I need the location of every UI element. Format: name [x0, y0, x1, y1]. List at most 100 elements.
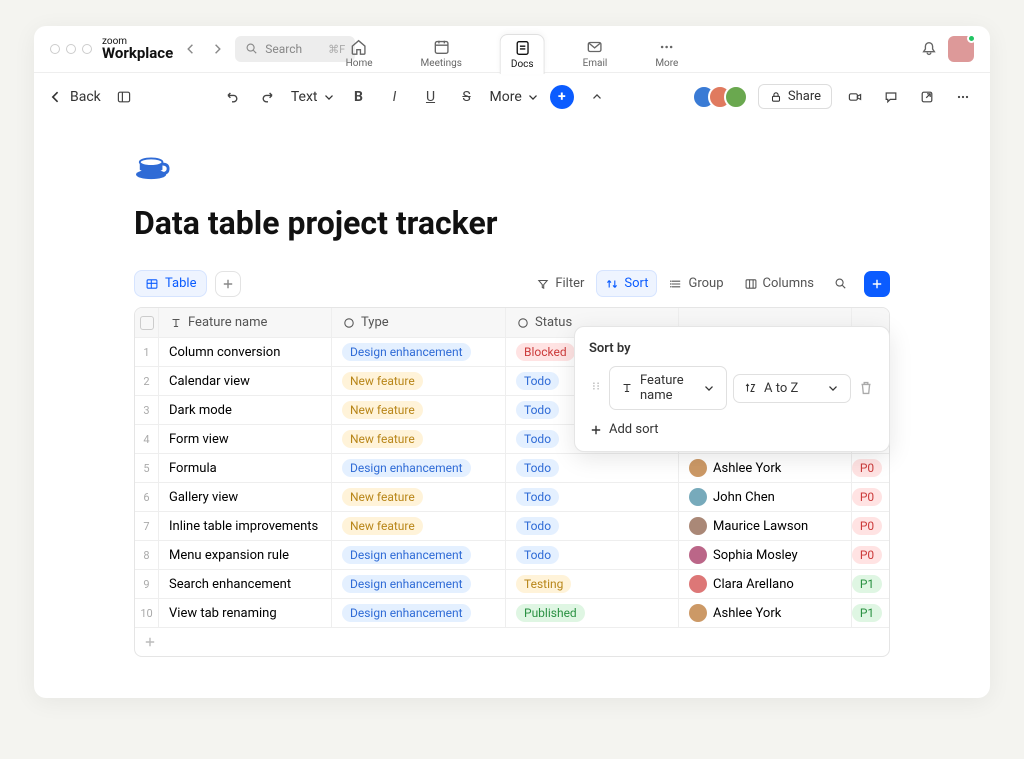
cell-feature-name[interactable]: Column conversion	[159, 338, 332, 366]
table-row[interactable]: 7Inline table improvementsNew featureTod…	[135, 511, 889, 540]
app-tab-more[interactable]: More	[645, 34, 688, 73]
video-button[interactable]	[842, 84, 868, 110]
cell-owner[interactable]: Ashlee York	[679, 599, 852, 627]
remove-sort-button[interactable]	[857, 379, 875, 397]
cell-type[interactable]: New feature	[332, 483, 506, 511]
cell-priority[interactable]: P0	[852, 454, 882, 482]
cell-status[interactable]: Testing	[506, 570, 679, 598]
title-bar: zoom Workplace Search ⌘F HomeMeetingsDoc…	[34, 26, 990, 72]
filter-button[interactable]: Filter	[528, 271, 592, 296]
sort-direction-select[interactable]: A to Z	[733, 374, 851, 403]
cell-priority[interactable]: P0	[852, 512, 882, 540]
open-externally-button[interactable]	[914, 84, 940, 110]
sort-button[interactable]: Sort	[596, 270, 657, 297]
cell-owner[interactable]: Clara Arellano	[679, 570, 852, 598]
doc-title[interactable]: Data table project tracker	[134, 204, 890, 242]
columns-button[interactable]: Columns	[736, 271, 823, 296]
add-new-row[interactable]	[135, 627, 889, 656]
sidebar-toggle-button[interactable]	[111, 84, 137, 110]
cell-type[interactable]: Design enhancement	[332, 541, 506, 569]
add-view-button[interactable]	[215, 271, 241, 297]
cell-feature-name[interactable]: Formula	[159, 454, 332, 482]
presence-avatars[interactable]	[692, 85, 748, 109]
cell-feature-name[interactable]: Calendar view	[159, 367, 332, 395]
cell-feature-name[interactable]: Menu expansion rule	[159, 541, 332, 569]
cell-status[interactable]: Todo	[506, 541, 679, 569]
cell-owner[interactable]: Maurice Lawson	[679, 512, 852, 540]
cell-status[interactable]: Todo	[506, 512, 679, 540]
cell-status[interactable]: Published	[506, 599, 679, 627]
cell-feature-name[interactable]: View tab renaming	[159, 599, 332, 627]
app-tab-docs[interactable]: Docs	[500, 34, 545, 74]
cell-type[interactable]: Design enhancement	[332, 599, 506, 627]
bell-icon[interactable]	[920, 40, 938, 58]
cell-feature-name[interactable]: Gallery view	[159, 483, 332, 511]
cell-type[interactable]: New feature	[332, 396, 506, 424]
text-style-dropdown[interactable]: Text	[291, 89, 336, 105]
nav-back[interactable]	[183, 41, 199, 57]
bold-button[interactable]: B	[346, 84, 372, 110]
app-tabs: Home Meetings Docs Email More	[336, 34, 689, 74]
share-button[interactable]: Share	[758, 84, 832, 109]
sort-grip-handle[interactable]	[589, 379, 603, 397]
traffic-min[interactable]	[66, 44, 76, 54]
collapse-toolbar-button[interactable]	[584, 84, 610, 110]
cell-feature-name[interactable]: Search enhancement	[159, 570, 332, 598]
table-row[interactable]: 6Gallery viewNew featureTodoJohn ChenP0	[135, 482, 889, 511]
cell-feature-name[interactable]: Inline table improvements	[159, 512, 332, 540]
group-button[interactable]: Group	[661, 271, 731, 296]
doc-emoji-icon	[134, 148, 172, 182]
cell-type[interactable]: New feature	[332, 367, 506, 395]
cell-type[interactable]: Design enhancement	[332, 454, 506, 482]
cell-type[interactable]: Design enhancement	[332, 570, 506, 598]
add-sort-button[interactable]: Add sort	[589, 422, 875, 437]
traffic-close[interactable]	[50, 44, 60, 54]
undo-button[interactable]	[219, 84, 245, 110]
app-tab-meetings[interactable]: Meetings	[411, 34, 472, 73]
more-format-dropdown[interactable]: More	[490, 89, 540, 105]
back-button[interactable]: Back	[48, 89, 101, 105]
select-all-checkbox[interactable]	[140, 316, 154, 330]
cell-feature-name[interactable]: Dark mode	[159, 396, 332, 424]
cell-type[interactable]: Design enhancement	[332, 338, 506, 366]
cell-feature-name[interactable]: Form view	[159, 425, 332, 453]
cell-status[interactable]: Todo	[506, 454, 679, 482]
cell-type[interactable]: New feature	[332, 512, 506, 540]
cell-priority[interactable]: P0	[852, 483, 882, 511]
row-index: 5	[135, 454, 159, 482]
text-icon	[620, 381, 634, 395]
cell-owner[interactable]: John Chen	[679, 483, 852, 511]
overflow-menu-button[interactable]	[950, 84, 976, 110]
strike-button[interactable]: S	[454, 84, 480, 110]
traffic-max[interactable]	[82, 44, 92, 54]
table-row[interactable]: 5FormulaDesign enhancementTodoAshlee Yor…	[135, 453, 889, 482]
avatar	[689, 517, 707, 535]
cell-type[interactable]: New feature	[332, 425, 506, 453]
user-avatar[interactable]	[948, 36, 974, 62]
table-search-button[interactable]	[826, 272, 856, 296]
italic-button[interactable]: I	[382, 84, 408, 110]
redo-button[interactable]	[255, 84, 281, 110]
table-row[interactable]: 8Menu expansion ruleDesign enhancementTo…	[135, 540, 889, 569]
cell-priority[interactable]: P1	[852, 599, 882, 627]
add-row-button[interactable]	[864, 271, 890, 297]
underline-button[interactable]: U	[418, 84, 444, 110]
cell-owner[interactable]: Ashlee York	[679, 454, 852, 482]
insert-button[interactable]: +	[550, 85, 574, 109]
app-tab-home[interactable]: Home	[336, 34, 383, 73]
comment-button[interactable]	[878, 84, 904, 110]
app-tab-email[interactable]: Email	[573, 34, 618, 73]
cell-owner[interactable]: Sophia Mosley	[679, 541, 852, 569]
col-type[interactable]: Type	[332, 308, 506, 337]
nav-forward[interactable]	[209, 41, 225, 57]
avatar	[689, 575, 707, 593]
cell-priority[interactable]: P1	[852, 570, 882, 598]
cell-priority[interactable]: P0	[852, 541, 882, 569]
table-row[interactable]: 9Search enhancementDesign enhancementTes…	[135, 569, 889, 598]
view-tab-table[interactable]: Table	[134, 270, 207, 297]
col-feature-name[interactable]: Feature name	[159, 308, 332, 337]
cell-status[interactable]: Todo	[506, 483, 679, 511]
table-row[interactable]: 10View tab renamingDesign enhancementPub…	[135, 598, 889, 627]
sort-icon	[605, 277, 619, 291]
sort-field-select[interactable]: Feature name	[609, 366, 727, 410]
